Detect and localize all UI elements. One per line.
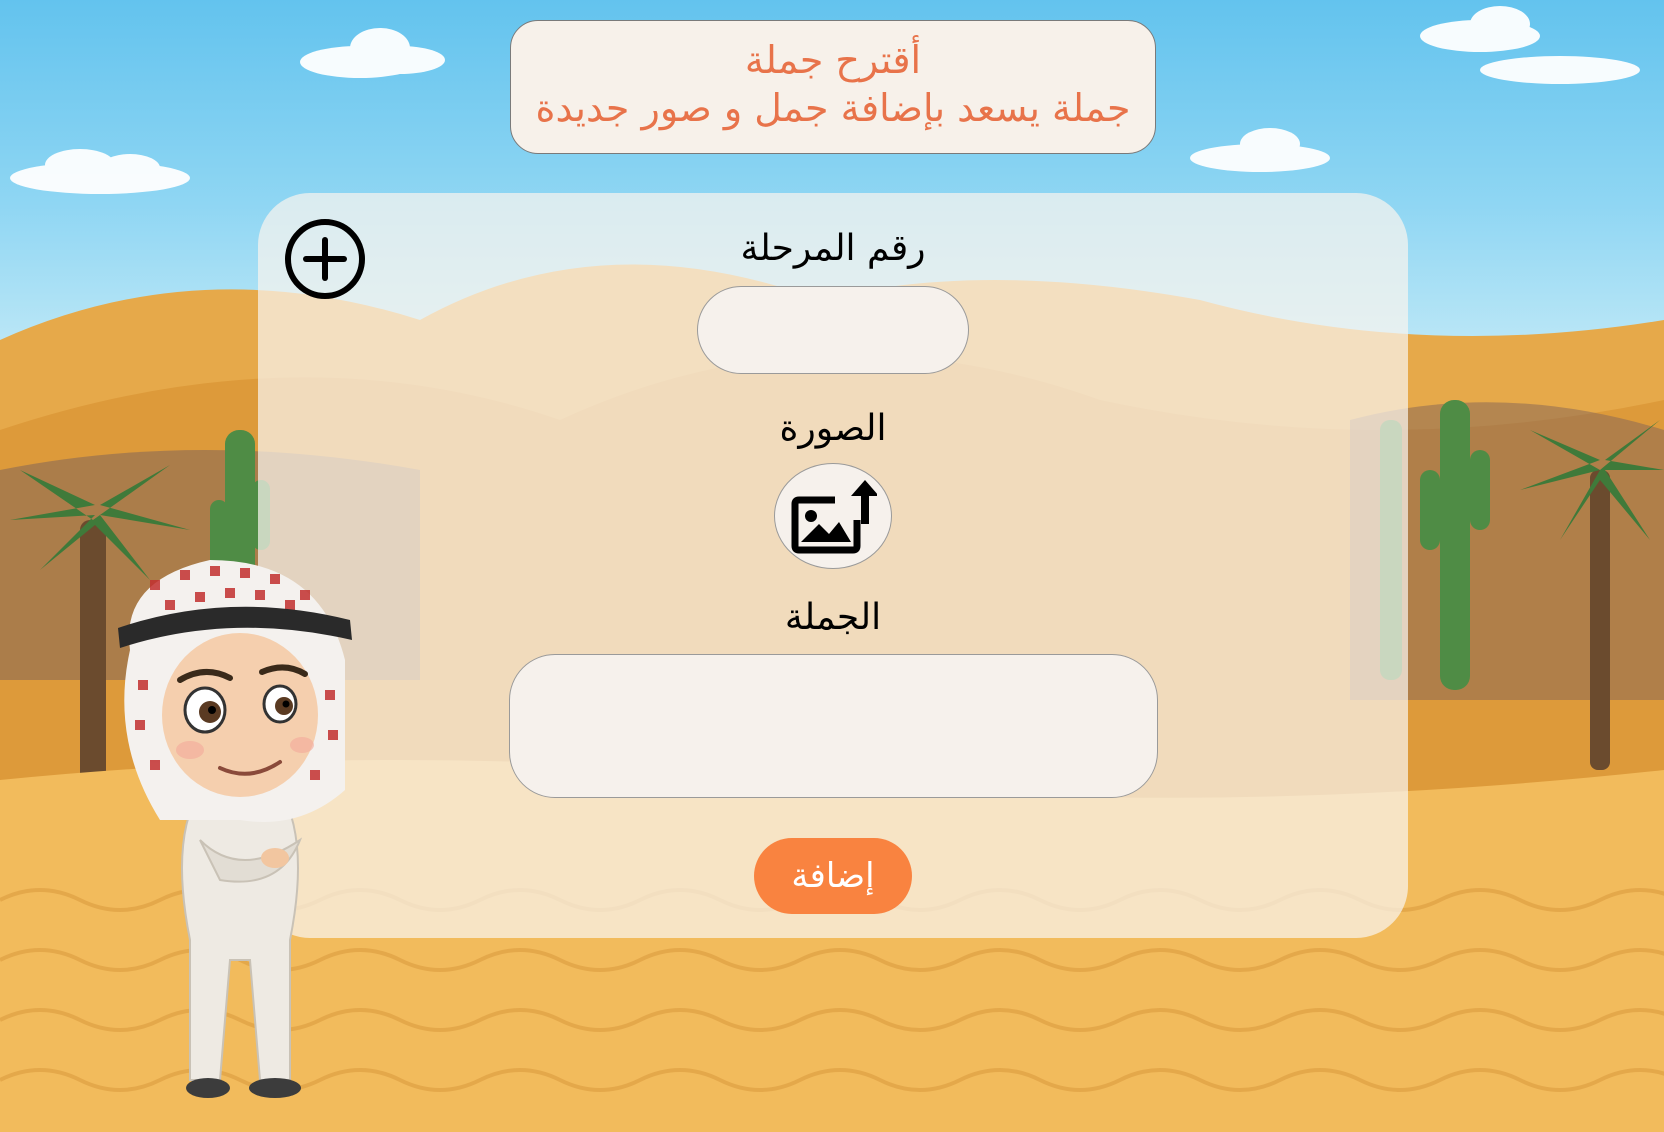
add-button[interactable]: إضافة <box>754 838 912 914</box>
page-title: أقترح جملة <box>744 38 922 82</box>
stage-number-input[interactable] <box>697 286 969 374</box>
title-banner: أقترح جملة جملة يسعد بإضافة جمل و صور جد… <box>510 20 1156 154</box>
image-upload-button[interactable] <box>774 463 892 569</box>
desert-scene: أقترح جملة جملة يسعد بإضافة جمل و صور جد… <box>0 0 1664 1132</box>
page-subtitle: جملة يسعد بإضافة جمل و صور جديدة <box>535 86 1131 130</box>
image-label: الصورة <box>779 408 887 449</box>
boy-character <box>118 560 352 1098</box>
sentence-label: الجملة <box>784 597 882 638</box>
stage-number-label: رقم المرحلة <box>740 228 926 269</box>
sentence-input[interactable] <box>509 654 1158 798</box>
image-upload-icon <box>791 480 877 554</box>
suggestion-form-panel: رقم المرحلة الصورة الجملة إضافة <box>258 193 1408 938</box>
